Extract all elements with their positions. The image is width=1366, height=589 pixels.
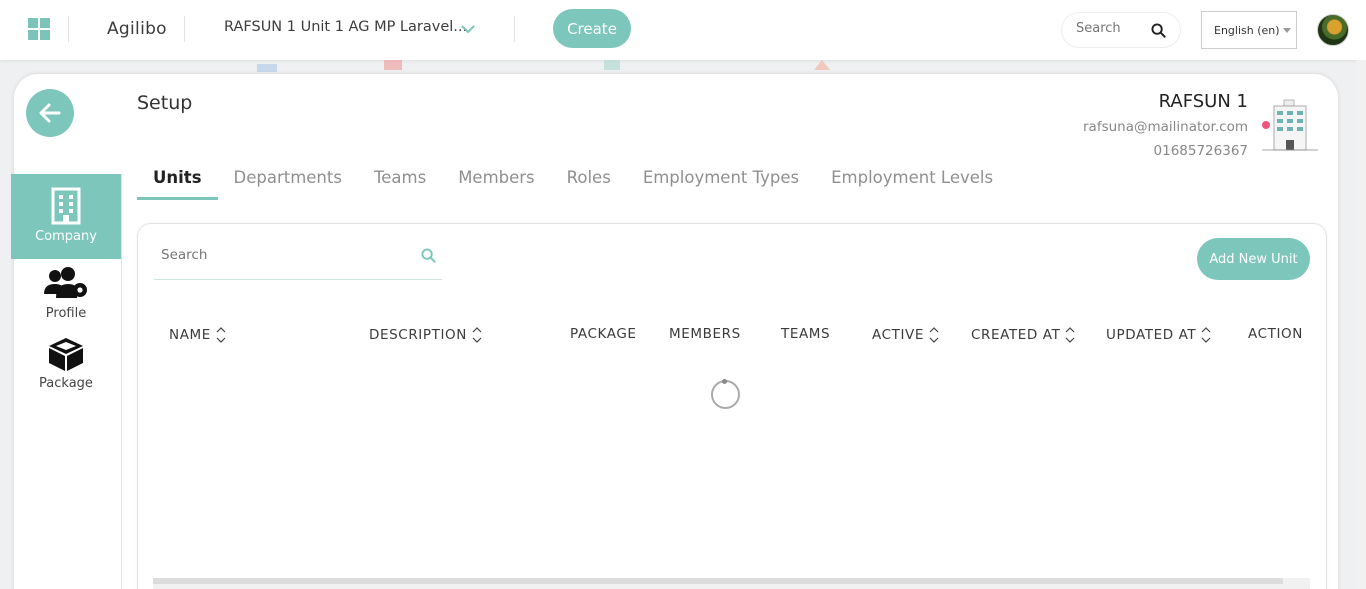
- sidebar-item-profile[interactable]: Profile: [11, 266, 121, 328]
- caret-down-icon: [1283, 28, 1291, 33]
- column-header-label: NAME: [169, 327, 211, 343]
- scrollbar-thumb[interactable]: [153, 578, 1283, 584]
- decorative-shape: [814, 60, 830, 70]
- divider: [514, 16, 515, 42]
- column-header-label: ACTION: [1248, 326, 1303, 342]
- language-select[interactable]: English (en): [1201, 11, 1297, 49]
- column-header-label: UPDATED AT: [1106, 327, 1197, 343]
- box-icon: [49, 338, 83, 371]
- arrow-left-icon: [39, 103, 61, 123]
- column-header-label: DESCRIPTION: [369, 327, 467, 343]
- company-phone: 01685726367: [1153, 143, 1248, 159]
- global-search-input[interactable]: [1076, 21, 1146, 36]
- brand-logo[interactable]: Agilibo: [107, 19, 167, 39]
- units-search[interactable]: [154, 240, 442, 280]
- sort-icon[interactable]: [929, 326, 939, 344]
- units-search-input[interactable]: [161, 247, 401, 263]
- sort-icon[interactable]: [472, 326, 482, 344]
- page-title: Setup: [137, 92, 193, 114]
- column-header-label: CREATED AT: [971, 327, 1061, 343]
- sidebar-item-package[interactable]: Package: [11, 336, 121, 400]
- column-header-members: MEMBERS: [669, 326, 741, 342]
- column-header-action: ACTION: [1248, 326, 1303, 342]
- column-header-package: PACKAGE: [570, 326, 637, 342]
- sort-icon[interactable]: [1201, 326, 1211, 344]
- users-gear-icon: [44, 267, 87, 298]
- sidebar-item-label: Profile: [45, 306, 87, 321]
- company-name: RAFSUN 1: [1158, 91, 1248, 112]
- table-horizontal-scrollbar[interactable]: [153, 578, 1310, 589]
- back-button[interactable]: [26, 89, 74, 137]
- sidebar-item-label: Company: [35, 229, 97, 244]
- apps-grid-icon[interactable]: [28, 18, 50, 40]
- column-header-teams: TEAMS: [781, 326, 830, 342]
- column-header-label: ACTIVE: [872, 327, 925, 343]
- sort-icon[interactable]: [216, 326, 226, 344]
- tab-teams[interactable]: Teams: [358, 162, 442, 200]
- sidebar-divider: [121, 174, 122, 589]
- decorative-shape: [384, 60, 402, 70]
- sort-icon[interactable]: [1065, 326, 1075, 344]
- sidebar-item-company[interactable]: Company: [11, 174, 121, 259]
- column-header-description[interactable]: DESCRIPTION: [369, 326, 482, 344]
- tab-employment-levels[interactable]: Employment Levels: [815, 162, 1009, 200]
- building-icon: [51, 187, 81, 225]
- decorative-shape: [257, 64, 277, 72]
- context-selector[interactable]: RAFSUN 1 Unit 1 AG MP Laravel...: [224, 19, 467, 35]
- language-value: English (en): [1214, 24, 1280, 37]
- create-button[interactable]: Create: [553, 9, 631, 48]
- divider: [68, 16, 69, 42]
- page-scrollbar[interactable]: [1356, 60, 1366, 589]
- company-logo-image: [1262, 99, 1318, 151]
- setup-tabs: Units Departments Teams Members Roles Em…: [137, 162, 1009, 202]
- column-header-label: PACKAGE: [570, 326, 637, 342]
- column-header-active[interactable]: ACTIVE: [872, 326, 939, 344]
- column-header-label: MEMBERS: [669, 326, 741, 342]
- tab-employment-types[interactable]: Employment Types: [627, 162, 815, 200]
- column-header-updated-at[interactable]: UPDATED AT: [1106, 326, 1211, 344]
- add-new-unit-button[interactable]: Add New Unit: [1197, 238, 1310, 280]
- column-header-label: TEAMS: [781, 326, 831, 342]
- sidebar-item-label: Package: [39, 376, 93, 391]
- column-header-name[interactable]: NAME: [169, 326, 226, 344]
- decorative-shape: [604, 60, 620, 70]
- loading-spinner: [711, 379, 740, 409]
- tab-departments[interactable]: Departments: [218, 162, 358, 200]
- divider: [184, 16, 185, 42]
- chevron-down-icon[interactable]: [460, 22, 476, 36]
- tab-members[interactable]: Members: [442, 162, 550, 200]
- avatar[interactable]: [1317, 14, 1349, 46]
- search-icon[interactable]: [421, 248, 436, 263]
- search-icon[interactable]: [1151, 23, 1166, 38]
- column-header-created-at[interactable]: CREATED AT: [971, 326, 1075, 344]
- top-bar: Agilibo RAFSUN 1 Unit 1 AG MP Laravel...…: [0, 0, 1366, 60]
- global-search[interactable]: [1061, 12, 1181, 48]
- tab-units[interactable]: Units: [137, 162, 218, 200]
- company-email: rafsuna@mailinator.com: [1083, 119, 1248, 135]
- tab-roles[interactable]: Roles: [551, 162, 627, 200]
